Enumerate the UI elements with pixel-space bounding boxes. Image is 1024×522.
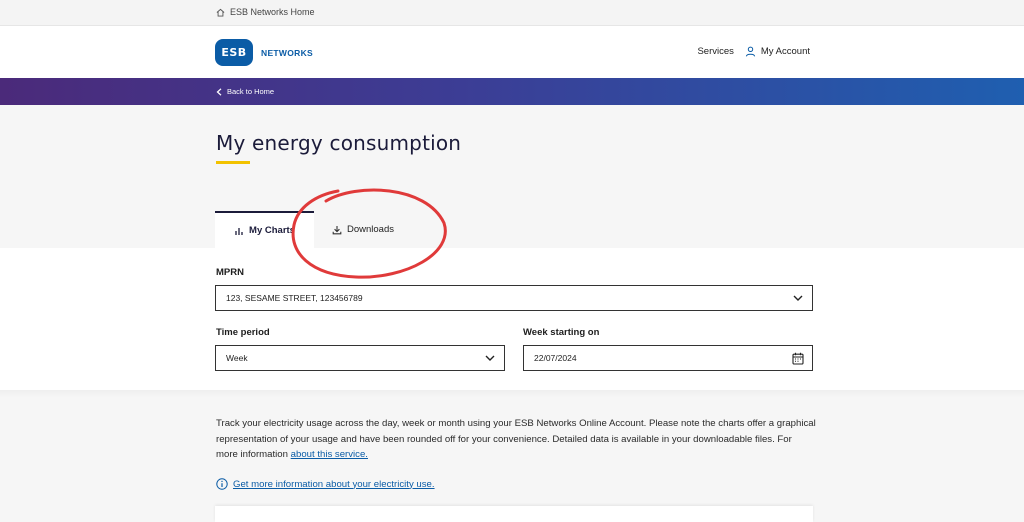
download-icon — [332, 225, 342, 234]
chart-card — [215, 506, 813, 522]
chevron-left-icon — [216, 87, 222, 96]
description-text: Track your electricity usage across the … — [216, 416, 816, 463]
tab-downloads[interactable]: Downloads — [316, 211, 410, 248]
filter-form-panel — [0, 248, 1024, 390]
mprn-select[interactable]: 123, SESAME STREET, 123456789 — [215, 285, 813, 311]
site-header: ESB NETWORKS Services My Account — [0, 26, 1024, 78]
logo-badge: ESB — [215, 39, 253, 66]
chevron-down-icon — [485, 355, 495, 361]
back-to-home-link[interactable]: Back to Home — [216, 87, 274, 96]
tab-my-charts[interactable]: My Charts — [215, 211, 314, 248]
more-info-link[interactable]: Get more information about your electric… — [233, 479, 435, 490]
my-account-label: My Account — [760, 46, 810, 57]
time-period-label: Time period — [216, 327, 270, 338]
more-info-row: Get more information about your electric… — [216, 478, 435, 490]
page-hero — [0, 105, 1024, 248]
page-title: My energy consumption — [216, 131, 462, 155]
top-utility-bar: ESB Networks Home — [0, 0, 1024, 26]
about-this-service-link[interactable]: about this service. — [291, 449, 368, 460]
bar-chart-icon — [235, 227, 243, 235]
esb-networks-home-link[interactable]: ESB Networks Home — [216, 7, 315, 17]
tab-downloads-label: Downloads — [347, 224, 394, 235]
user-icon — [745, 46, 756, 57]
home-link-label: ESB Networks Home — [230, 7, 315, 17]
info-icon — [216, 478, 228, 490]
title-underline — [216, 161, 250, 164]
breadcrumb-band: Back to Home — [0, 78, 1024, 105]
week-starting-label: Week starting on — [523, 327, 600, 338]
chevron-down-icon — [793, 295, 803, 301]
logo-wordmark: NETWORKS — [261, 47, 313, 58]
week-starting-date-value: 22/07/2024 — [534, 353, 577, 363]
home-icon — [216, 8, 225, 17]
time-period-select[interactable]: Week — [215, 345, 505, 371]
tab-my-charts-label: My Charts — [249, 225, 295, 236]
week-starting-date-input[interactable]: 22/07/2024 — [523, 345, 813, 371]
esb-networks-logo[interactable]: ESB NETWORKS — [215, 39, 313, 66]
section-divider — [0, 390, 1024, 398]
back-to-home-label: Back to Home — [227, 87, 275, 96]
mprn-label: MPRN — [216, 267, 244, 278]
mprn-select-value: 123, SESAME STREET, 123456789 — [226, 293, 363, 303]
calendar-icon[interactable] — [792, 352, 804, 365]
time-period-select-value: Week — [226, 353, 248, 363]
header-nav: Services My Account — [697, 46, 810, 57]
services-link[interactable]: Services — [697, 46, 733, 57]
my-account-link[interactable]: My Account — [745, 46, 810, 57]
